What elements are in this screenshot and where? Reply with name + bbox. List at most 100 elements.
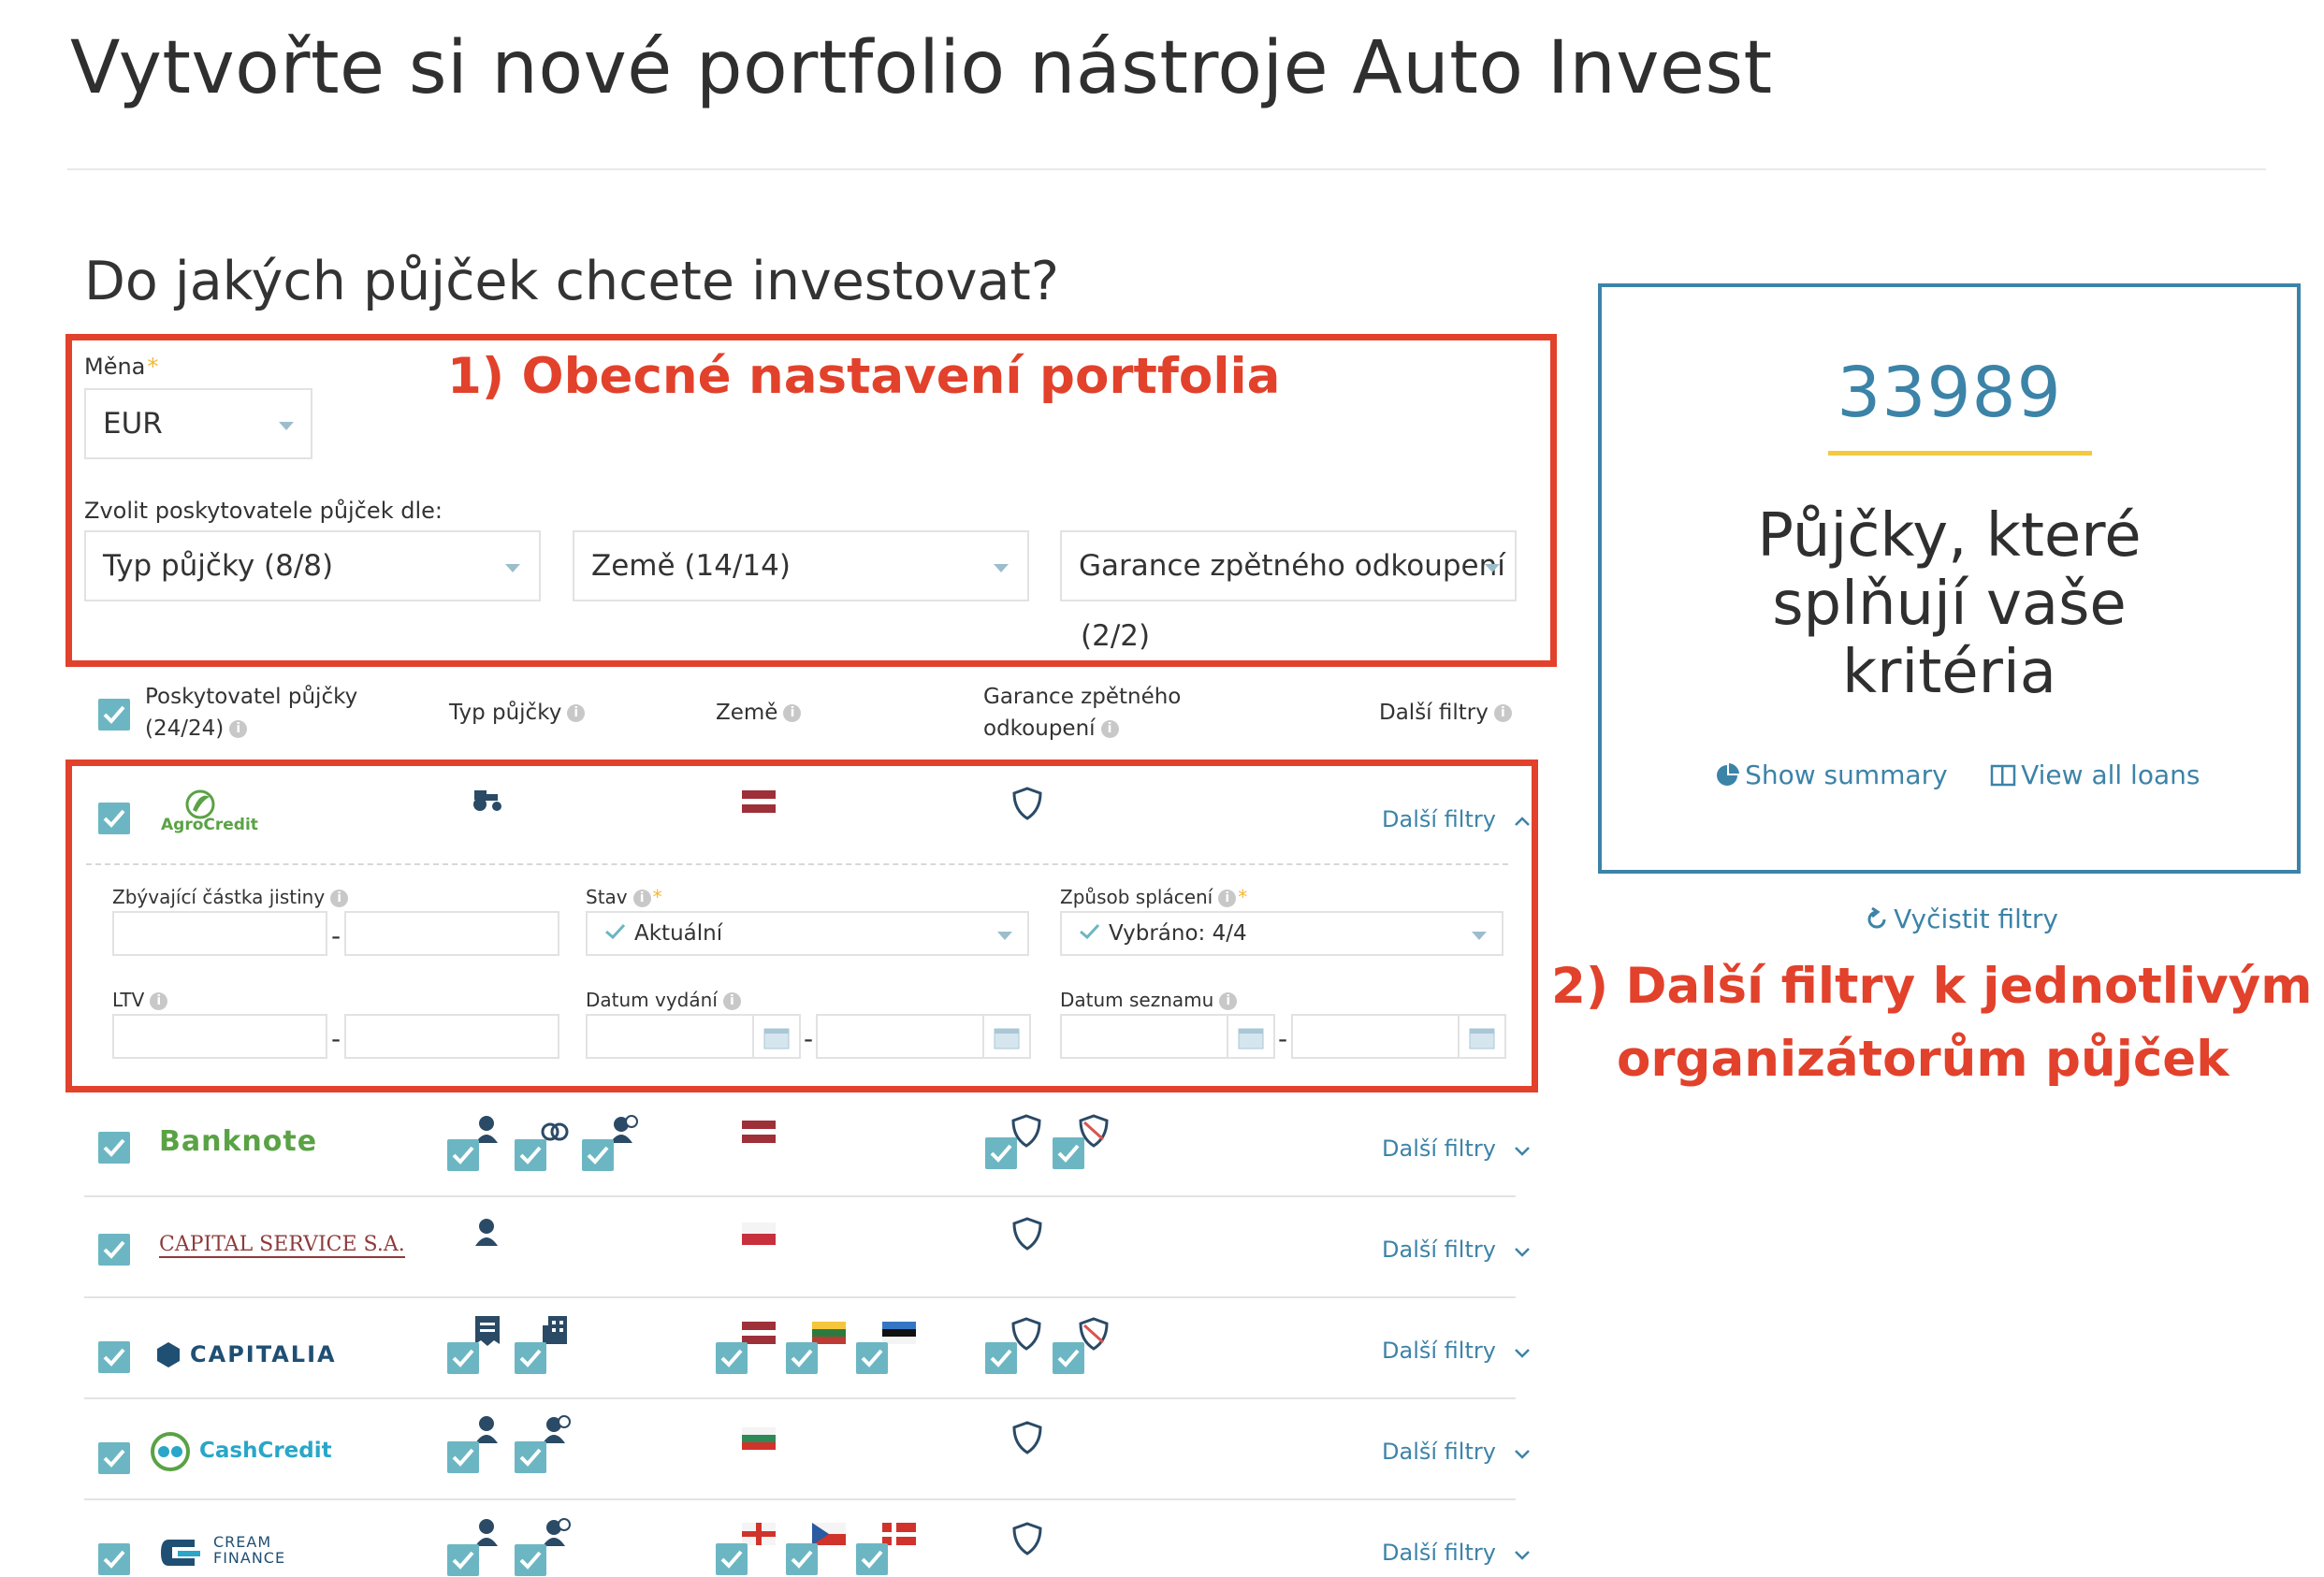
loan-type-checkbox[interactable] (515, 1342, 546, 1374)
info-icon: i (1218, 890, 1237, 907)
shield-icon (1010, 1420, 1044, 1454)
info-icon: i (1493, 704, 1512, 722)
count-underline (1828, 451, 2092, 456)
ltv-to-input[interactable] (344, 1014, 559, 1059)
more-filters-toggle-capitalia[interactable]: Další filtry (1382, 1338, 1531, 1364)
capitalia-logo-icon (155, 1340, 182, 1372)
loan-type-person-clock-checked[interactable] (515, 1415, 580, 1475)
more-filters-toggle-banknote[interactable]: Další filtry (1382, 1136, 1531, 1162)
provider-checkbox-banknote[interactable] (98, 1132, 130, 1164)
loan-type-checkbox[interactable] (515, 1544, 546, 1576)
calendar-icon[interactable] (1469, 1025, 1495, 1053)
loan-type-person-clock-checked[interactable] (515, 1518, 580, 1576)
more-filters-toggle-cream-finance[interactable]: Další filtry (1382, 1540, 1531, 1566)
country-select[interactable]: Země (14/14) (573, 530, 1029, 601)
provider-checkbox-cream-finance[interactable] (98, 1543, 130, 1575)
chevron-down-icon (279, 422, 294, 430)
loan-type-column-header: Typ půjčky i (449, 697, 586, 729)
buyback-checkbox[interactable] (985, 1342, 1017, 1374)
refresh-icon (1865, 906, 1889, 932)
row-divider (84, 1498, 1516, 1500)
loan-type-select[interactable]: Typ půjčky (8/8) (84, 530, 541, 601)
loan-type-checkbox[interactable] (447, 1139, 479, 1171)
country-georgia-checked[interactable] (716, 1523, 776, 1575)
columns-icon (1990, 764, 2016, 788)
show-summary-link[interactable]: Show summary (1714, 760, 1948, 790)
issue-date-from-input[interactable] (586, 1014, 801, 1059)
loan-type-checkbox[interactable] (515, 1441, 546, 1473)
buyback-guarantee-checked[interactable] (985, 1316, 1045, 1374)
buyback-select[interactable]: Garance zpětného odkoupení (1060, 530, 1517, 601)
input-divider (1458, 1016, 1460, 1057)
view-all-loans-link[interactable]: View all loans (1990, 760, 2200, 790)
loan-type-person-checked[interactable] (447, 1415, 507, 1475)
remaining-principal-to-input[interactable] (344, 911, 559, 956)
provider-checkbox-capital-service[interactable] (98, 1234, 130, 1266)
flag-estonia (882, 1322, 916, 1344)
chevron-down-icon (1501, 1546, 1531, 1564)
loan-type-checkbox[interactable] (447, 1544, 479, 1576)
issue-date-to-input[interactable] (816, 1014, 1031, 1059)
country-checkbox[interactable] (856, 1342, 888, 1374)
no-buyback-guarantee-checked[interactable] (1053, 1113, 1112, 1169)
country-checkbox[interactable] (856, 1543, 888, 1575)
country-checkbox[interactable] (786, 1342, 818, 1374)
loan-type-checkbox[interactable] (447, 1342, 479, 1374)
more-filters-toggle-agrocredit[interactable]: Další filtry (1382, 806, 1531, 832)
currency-select[interactable]: EUR (84, 388, 312, 459)
buyback-checkbox[interactable] (1053, 1137, 1084, 1169)
chevron-down-icon (505, 564, 520, 572)
loan-type-invoice-checked[interactable] (447, 1314, 507, 1374)
chevron-down-icon (1501, 1445, 1531, 1463)
loan-type-checkbox[interactable] (447, 1441, 479, 1473)
buyback-guarantee-checked[interactable] (985, 1113, 1045, 1169)
more-filters-toggle-cashcredit[interactable]: Další filtry (1382, 1439, 1531, 1465)
calendar-icon[interactable] (994, 1025, 1020, 1053)
country-estonia-checked[interactable] (856, 1322, 916, 1374)
buyback-checkbox[interactable] (1053, 1342, 1084, 1374)
status-select[interactable]: Aktuální (586, 911, 1029, 956)
loan-type-checkbox[interactable] (515, 1139, 546, 1171)
clear-filters-button[interactable]: Vyčistit filtry (1865, 904, 2058, 934)
country-latvia-checked[interactable] (716, 1322, 776, 1374)
provider-checkbox-agrocredit[interactable] (98, 803, 130, 834)
more-filters-toggle-capital-service[interactable]: Další filtry (1382, 1237, 1531, 1263)
country-checkbox[interactable] (786, 1543, 818, 1575)
chevron-down-icon (997, 932, 1012, 940)
loan-type-person-checked[interactable] (447, 1115, 507, 1171)
country-checkbox[interactable] (716, 1342, 748, 1374)
loan-type-select-value: Typ půjčky (8/8) (103, 549, 334, 583)
person-icon (473, 1218, 500, 1250)
loan-type-ring-checked[interactable] (515, 1115, 574, 1171)
matching-loans-count: 33989 (1837, 353, 2062, 433)
issue-date-label: Datum vydání i (586, 989, 741, 1011)
provider-checkbox-capitalia[interactable] (98, 1341, 130, 1373)
listing-date-from-input[interactable] (1060, 1014, 1275, 1059)
country-column-header: Země i (716, 697, 802, 729)
chevron-down-icon (1501, 1344, 1531, 1362)
calendar-icon[interactable] (1238, 1025, 1264, 1053)
country-lithuania-checked[interactable] (786, 1322, 846, 1374)
loan-type-checkbox[interactable] (582, 1139, 614, 1171)
row-divider (84, 1397, 1516, 1399)
provider-checkbox-cashcredit[interactable] (98, 1442, 130, 1474)
tractor-icon (472, 788, 503, 816)
calendar-icon[interactable] (763, 1025, 790, 1053)
select-all-providers-checkbox[interactable] (98, 699, 130, 731)
loan-type-person-clock-checked[interactable] (582, 1115, 647, 1171)
country-denmark-checked[interactable] (856, 1523, 916, 1575)
no-buyback-guarantee-checked[interactable] (1053, 1316, 1112, 1374)
country-checkbox[interactable] (716, 1543, 748, 1575)
chevron-down-icon (1501, 1142, 1531, 1160)
listing-date-to-input[interactable] (1291, 1014, 1506, 1059)
loan-type-building-checked[interactable] (515, 1314, 574, 1374)
country-czech-checked[interactable] (786, 1523, 846, 1575)
loan-type-person-checked[interactable] (447, 1518, 507, 1576)
ltv-from-input[interactable] (112, 1014, 327, 1059)
buyback-checkbox[interactable] (985, 1137, 1017, 1169)
remaining-principal-from-input[interactable] (112, 911, 327, 956)
check-icon (1079, 921, 1109, 946)
repayment-select[interactable]: Vybráno: 4/4 (1060, 911, 1503, 956)
cream-finance-logo: CREAM FINANCE (213, 1533, 286, 1567)
cream-finance-logo-icon (157, 1534, 200, 1575)
